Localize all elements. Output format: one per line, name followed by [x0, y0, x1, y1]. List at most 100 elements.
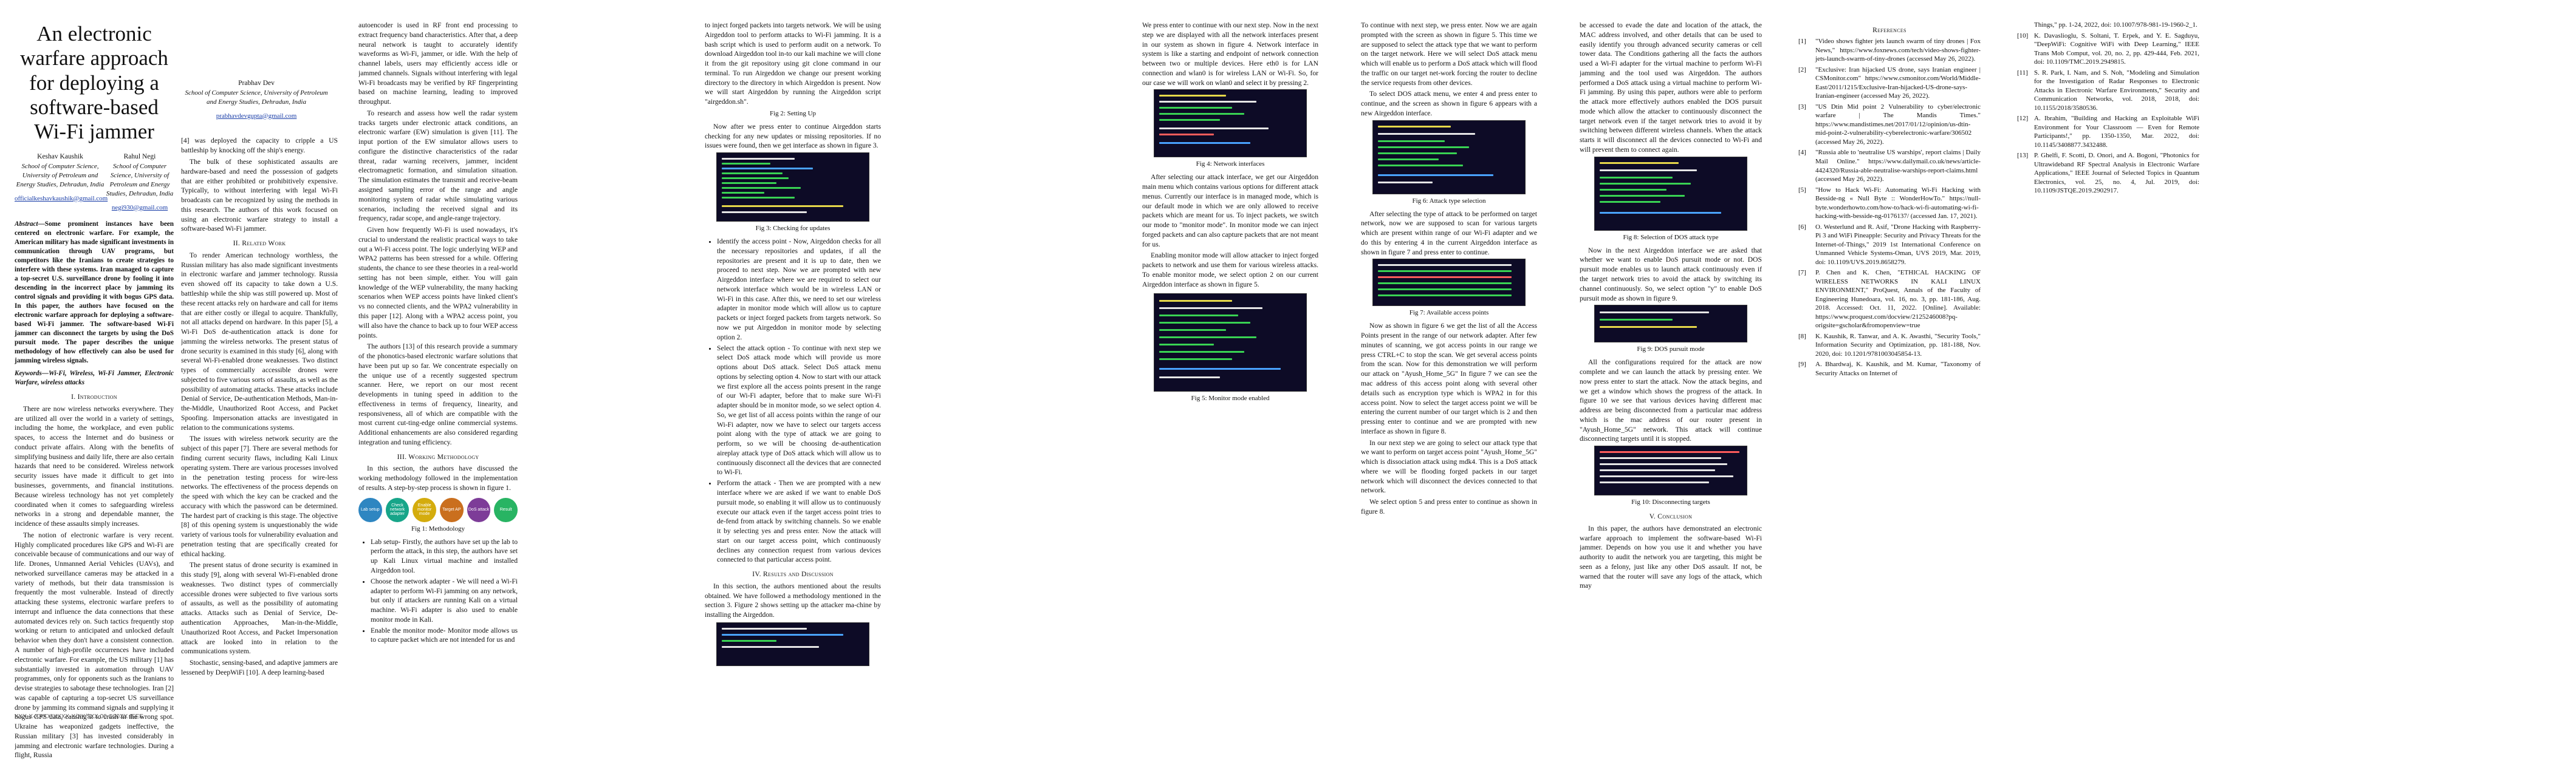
paragraph: In this paper, the authors have demonstr…	[1580, 524, 1762, 590]
figure-caption: Fig 8: Selection of DOS attack type	[1623, 233, 1719, 241]
author-block: Keshav Kaushik School of Computer Scienc…	[15, 152, 174, 212]
column-6: To continue with next step, we press ent…	[1361, 21, 1537, 519]
section-heading-references: References	[1872, 26, 1906, 34]
terminal-screenshot	[1594, 305, 1747, 343]
reference-item: [2] "Exclusive: Iran hijacked US drone, s…	[1798, 66, 1981, 101]
list-item: Perform the attack - Then we are prompte…	[717, 478, 881, 565]
methodology-flow-diagram: Lab setup Check network adapter Enable m…	[358, 497, 518, 522]
reference-number	[2017, 21, 2034, 30]
paragraph: To render American technology worthless,…	[181, 251, 338, 432]
reference-number: [3]	[1798, 103, 1806, 111]
reference-text: A. Bhardwaj, K. Kaushik, and M. Kumar, "…	[1815, 361, 1981, 377]
column-7: be accessed to evade the date and locati…	[1580, 21, 1762, 593]
reference-number: [13]	[2017, 152, 2029, 160]
reference-text: "Video shows fighter jets launch swarm o…	[1815, 38, 1981, 63]
terminal-screenshot	[716, 622, 869, 666]
reference-item: [8] K. Kaushik, R. Tanwar, and A. K. Awas…	[1798, 332, 1981, 359]
figure-caption: Fig 9: DOS pursuit mode	[1637, 345, 1705, 353]
section-heading-methodology: III. Working Methodology	[397, 452, 479, 461]
author-name: Rahul Negi	[123, 153, 156, 161]
paper-title: An electronic warfare approach for deplo…	[20, 22, 168, 143]
terminal-screenshot	[1372, 120, 1526, 194]
reference-item: [11] S. R. Park, I. Nam, and S. Noh, "Mod…	[2017, 69, 2199, 113]
reference-text: K. Kaushik, R. Tanwar, and A. K. Awasthi…	[1815, 332, 1981, 358]
reference-item: Things," pp. 1-24, 2022, doi: 10.1007/97…	[2017, 21, 2199, 30]
reference-text: S. R. Park, I. Nam, and S. Noh, "Modelin…	[2034, 69, 2199, 112]
author-affiliation: School of Computer Science, University o…	[185, 89, 328, 106]
reference-text: "US Dtin Mid point 2 Vulnerability to cy…	[1815, 103, 1981, 146]
paragraph: [4] was deployed the capacity to cripple…	[181, 137, 338, 155]
reference-text: "Russia able to 'neutralise US warships'…	[1815, 149, 1981, 183]
column-4: to inject forged packets into targets ne…	[705, 21, 881, 666]
figure-caption: Fig 2: Setting Up	[769, 109, 817, 117]
author-1: Keshav Kaushik School of Computer Scienc…	[15, 152, 108, 212]
terminal-screenshot	[1154, 293, 1307, 392]
paragraph: In this section, the authors mentioned a…	[705, 582, 881, 619]
reference-text: A. Ibrahim, "Building and Hacking an Exp…	[2034, 115, 2199, 149]
paragraph: In this section, the authors have discus…	[358, 464, 518, 492]
figure-caption: Fig 7: Available access points	[1409, 309, 1489, 317]
reference-number: [9]	[1798, 361, 1806, 369]
reference-number: [8]	[1798, 332, 1806, 340]
reference-number: [1]	[1798, 38, 1806, 46]
reference-text: "Exclusive: Iran hijacked US drone, says…	[1815, 66, 1981, 100]
abstract: Abstract—Some prominent instances have b…	[15, 220, 174, 364]
reference-item: [12] A. Ibrahim, "Building and Hacking an…	[2017, 114, 2199, 149]
reference-number: [4]	[1798, 149, 1806, 157]
paragraph: There are now wireless networks everywhe…	[15, 404, 174, 528]
paragraph: We select option 5 and press enter to co…	[1361, 498, 1537, 515]
reference-number: [2]	[1798, 66, 1806, 73]
author-email-link[interactable]: negi930@gmail.com	[106, 203, 174, 213]
paragraph: be accessed to evade the date and locati…	[1580, 21, 1762, 154]
abstract-text: Some prominent instances have been cente…	[15, 220, 174, 364]
flow-step: DoS attack	[467, 497, 491, 522]
figure-caption: Fig 10: Disconnecting targets	[1631, 498, 1710, 506]
paragraph: In our next step we are going to select …	[1361, 438, 1537, 495]
author-email-link[interactable]: prabhavdevgupta@gmail.com	[183, 112, 329, 121]
paragraph: The present status of drone security is …	[181, 561, 338, 656]
flow-step: Enable monitor mode	[413, 497, 436, 522]
reference-item: [10] K. Davaslioglu, S. Soltani, T. Erpek…	[2017, 32, 2199, 67]
reference-text: K. Davaslioglu, S. Soltani, T. Erpek, an…	[2034, 32, 2199, 66]
reference-item: [13] P. Ghelfi, F. Scotti, D. Onori, and …	[2017, 151, 2199, 196]
reference-text: O. Westerlund and R. Asif, "Drone Hackin…	[1815, 223, 1981, 266]
paragraph: Given how frequently Wi-Fi is used nowad…	[358, 226, 518, 339]
reference-text: "How to Hack Wi-Fi: Automating Wi-Fi Hac…	[1815, 186, 1981, 220]
column-2: Prabhav Dev School of Computer Science, …	[181, 22, 338, 679]
paragraph: Stochastic, sensing-based, and adaptive …	[181, 659, 338, 676]
reference-text: P. Chen and K. Chen, "ETHICAL HACKING OF…	[1815, 269, 1981, 330]
terminal-screenshot	[1154, 89, 1307, 158]
author-3: Prabhav Dev School of Computer Science, …	[183, 79, 329, 120]
abstract-label: Abstract	[15, 220, 38, 228]
paragraph: After selecting our attack interface, we…	[1142, 173, 1318, 248]
paragraph: To continue with next step, we press ent…	[1361, 21, 1537, 87]
flow-step: Lab setup	[358, 497, 382, 522]
paragraph: The bulk of these sophisticated assaults…	[181, 158, 338, 233]
bullet-list: Identify the access point - Now, Airgedd…	[705, 237, 881, 565]
flow-step: Target AP	[440, 497, 464, 522]
reference-item: [4] "Russia able to 'neutralise US warshi…	[1798, 148, 1981, 183]
reference-number: [5]	[1798, 186, 1806, 194]
reference-item: [9] A. Bhardwaj, K. Kaushik, and M. Kumar…	[1798, 360, 1981, 378]
reference-number: [11]	[2017, 69, 2028, 77]
paragraph: The authors [13] of this research provid…	[358, 342, 518, 446]
figure-caption: Fig 1: Methodology	[411, 525, 465, 532]
list-item: Choose the network adapter - We will nee…	[371, 577, 518, 625]
reference-number: [10]	[2017, 32, 2029, 39]
list-item: Enable the monitor mode- Monitor mode al…	[371, 626, 518, 645]
reference-item: [3] "US Dtin Mid point 2 Vulnerability to…	[1798, 103, 1981, 147]
column-1: An electronic warfare approach for deplo…	[15, 22, 174, 762]
column-5: We press enter to continue with our next…	[1142, 21, 1318, 406]
paragraph: Now as shown in figure 6 we get the list…	[1361, 322, 1537, 435]
section-heading-introduction: I. Introduction	[71, 393, 117, 401]
figure-caption: Fig 5: Monitor mode enabled	[1191, 394, 1270, 402]
flow-step: Check network adapter	[385, 497, 409, 522]
terminal-screenshot	[1372, 259, 1526, 307]
paragraph: After selecting the type of attack to be…	[1361, 209, 1537, 256]
author-email-link[interactable]: officialkeshavkaushik@gmail.com	[15, 194, 108, 203]
column-3: autoencoder is used in RF front end proc…	[358, 21, 518, 647]
reference-item: [7] P. Chen and K. Chen, "ETHICAL HACKING…	[1798, 268, 1981, 330]
paragraph: The issues with wireless network securit…	[181, 435, 338, 558]
paragraph: All the configurations required for the …	[1580, 358, 1762, 443]
paragraph: To select DOS attack menu, we enter 4 an…	[1361, 90, 1537, 117]
